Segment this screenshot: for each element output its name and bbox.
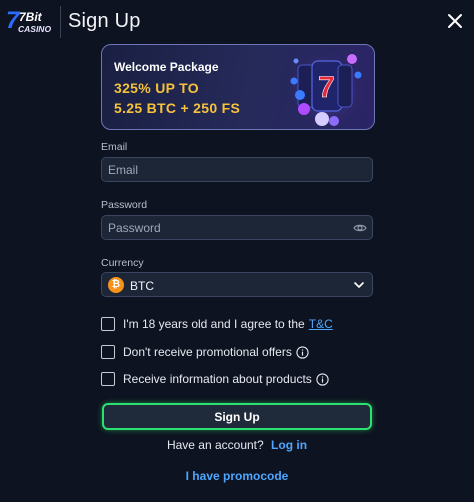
promocode-link[interactable]: I have promocode [0,469,474,483]
currency-selected-value: BTC [130,279,154,293]
password-field[interactable] [102,216,372,239]
banner-bonus-line2: 5.25 BTC + 250 FS [114,100,241,116]
banner-title: Welcome Package [114,60,219,74]
slot-machine-illustration: 7 [286,49,366,129]
svg-text:7: 7 [318,71,335,104]
login-link[interactable]: Log in [271,438,307,452]
signup-page: 7 7Bit CASINO Sign Up Welcome Package 32… [0,0,474,502]
terms-checkbox[interactable] [101,317,115,331]
info-icon[interactable] [296,345,309,359]
email-label: Email [101,141,128,153]
product-info-row: Receive information about products [101,371,329,387]
page-title: Sign Up [68,10,141,32]
password-field-wrapper [101,215,373,240]
terms-row: I'm 18 years old and I agree to the T&C [101,316,333,332]
header-divider [60,6,61,38]
logo-text-bottom: CASINO [18,24,51,34]
logo-text-top: 7Bit [19,10,43,24]
email-field-wrapper [101,157,373,182]
promo-offers-row: Don't receive promotional offers [101,344,309,360]
have-account-text: Have an account? [166,438,264,452]
account-row: Have an account? Log in [0,438,474,452]
promo-offers-checkbox[interactable] [101,345,115,359]
sign-up-button[interactable]: Sign Up [102,403,372,430]
eye-icon[interactable] [353,221,367,235]
btc-icon: ₿ [108,277,124,293]
banner-bonus-line1: 325% UP TO [114,80,199,96]
welcome-banner[interactable]: Welcome Package 325% UP TO 5.25 BTC + 25… [101,44,375,130]
password-label: Password [101,199,148,211]
tc-link[interactable]: T&C [309,317,333,331]
terms-label: I'm 18 years old and I agree to the [123,317,305,331]
header: 7 7Bit CASINO Sign Up [0,0,474,42]
casino-logo[interactable]: 7 7Bit CASINO [5,6,57,36]
promo-offers-label: Don't receive promotional offers [123,345,292,359]
currency-select[interactable]: ₿ BTC [101,272,373,297]
currency-label: Currency [101,257,144,269]
product-info-label: Receive information about products [123,372,312,386]
email-field[interactable] [102,158,372,181]
info-icon[interactable] [316,372,329,386]
product-info-checkbox[interactable] [101,372,115,386]
chevron-down-icon [354,282,364,288]
close-icon[interactable] [446,12,464,30]
